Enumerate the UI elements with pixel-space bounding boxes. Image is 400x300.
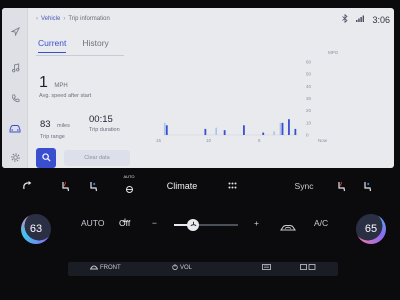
rear-defrost-button[interactable]: [262, 264, 271, 272]
passenger-temp-value: 65: [364, 223, 378, 235]
chart-bar: [262, 132, 265, 135]
fan-speed-slider[interactable]: [174, 219, 238, 231]
grid-menu-icon[interactable]: [226, 178, 238, 194]
navigation-icon[interactable]: [2, 24, 28, 38]
fan-knob-icon: [190, 221, 197, 230]
fan-off-button[interactable]: Off: [119, 218, 130, 228]
chart-bar: [281, 122, 284, 135]
chart-ytick-label: 40: [306, 84, 312, 89]
chart-bar: [243, 125, 245, 135]
infotainment-screen: ‹ Vehicle › Trip information 3:06 Curren…: [2, 8, 394, 168]
sync-button[interactable]: Sync: [294, 178, 314, 194]
volume-control[interactable]: VOL: [172, 264, 192, 272]
fan-plus-button[interactable]: +: [254, 218, 259, 228]
recirculate-icon[interactable]: [20, 178, 34, 194]
sync-label: Sync: [294, 181, 314, 191]
climate-title-label: Climate: [166, 181, 198, 191]
chart-ytick-label: 30: [306, 96, 312, 101]
chart-bar: [223, 130, 226, 135]
vehicle-icon[interactable]: [2, 121, 28, 135]
chart-xtick-label: 15: [156, 138, 162, 143]
nav-rail: [2, 8, 28, 168]
fan-icon: [122, 211, 128, 223]
chart-prev-bar: [163, 122, 166, 135]
chart-ytick-label: 0: [306, 133, 309, 138]
seat-heat-icon[interactable]: [58, 178, 72, 194]
auto-steering-button[interactable]: AUTO: [118, 174, 140, 194]
seat-vent-icon[interactable]: [86, 178, 100, 194]
climate-panel: AUTO Climate Sync 63 65 AUTO Off − + A/C…: [0, 168, 400, 300]
trip-info-content: ‹ Vehicle › Trip information 3:06 Curren…: [28, 8, 394, 168]
chart-ytick-label: 20: [306, 108, 312, 113]
settings-icon[interactable]: [2, 150, 28, 164]
driver-temp-dial[interactable]: 63: [21, 214, 51, 244]
power-icon: [172, 264, 178, 272]
chart-ylabel: MPG: [328, 50, 339, 55]
driver-temp-value: 63: [29, 223, 43, 235]
phone-icon[interactable]: [2, 91, 28, 105]
chart-ytick-label: 50: [306, 72, 312, 77]
chart-bar: [204, 128, 207, 135]
steering-heat-icon: [125, 180, 134, 198]
chart-xtick-label: 10: [206, 138, 212, 143]
passenger-seat-vent-icon[interactable]: [360, 178, 374, 194]
chart-xtick-label: 5: [258, 138, 261, 143]
camera-icon: [300, 264, 316, 272]
ac-button[interactable]: A/C: [314, 218, 328, 228]
chart-prev-bar: [215, 127, 217, 135]
chart-ytick-label: 10: [306, 120, 312, 125]
chart-bar: [294, 128, 297, 135]
fan-off-indicator: [118, 211, 132, 223]
fan-speed-knob[interactable]: [187, 219, 200, 231]
climate-title[interactable]: Climate: [166, 178, 198, 194]
rear-defrost-icon: [262, 264, 271, 272]
rear-camera-button[interactable]: [300, 264, 316, 272]
recirc-air-button[interactable]: [279, 219, 297, 237]
auto-button[interactable]: AUTO: [81, 218, 104, 228]
fan-minus-button[interactable]: −: [152, 218, 157, 228]
front-label: FRONT: [100, 265, 121, 271]
chart-prev-bar: [279, 122, 282, 135]
chart-xtick-label: Now: [318, 138, 328, 143]
bottom-control-strip: FRONT VOL: [68, 262, 338, 276]
auto-small-label: AUTO: [123, 174, 135, 179]
chart-prev-bar: [273, 131, 275, 135]
front-defrost-icon: [89, 264, 99, 272]
passenger-seat-heat-icon[interactable]: [334, 178, 348, 194]
chart-bar: [288, 119, 290, 135]
car-recirculate-icon: [279, 219, 297, 236]
mpg-chart: MPG 60 50 40 30 20 10 0 15 10 5 Now: [156, 50, 339, 143]
front-defrost-button[interactable]: FRONT: [89, 264, 121, 272]
vol-label: VOL: [180, 265, 193, 271]
chart-bar: [165, 125, 168, 135]
music-icon[interactable]: [2, 61, 28, 75]
chart-ytick-label: 60: [306, 60, 312, 65]
passenger-temp-dial[interactable]: 65: [356, 214, 386, 244]
